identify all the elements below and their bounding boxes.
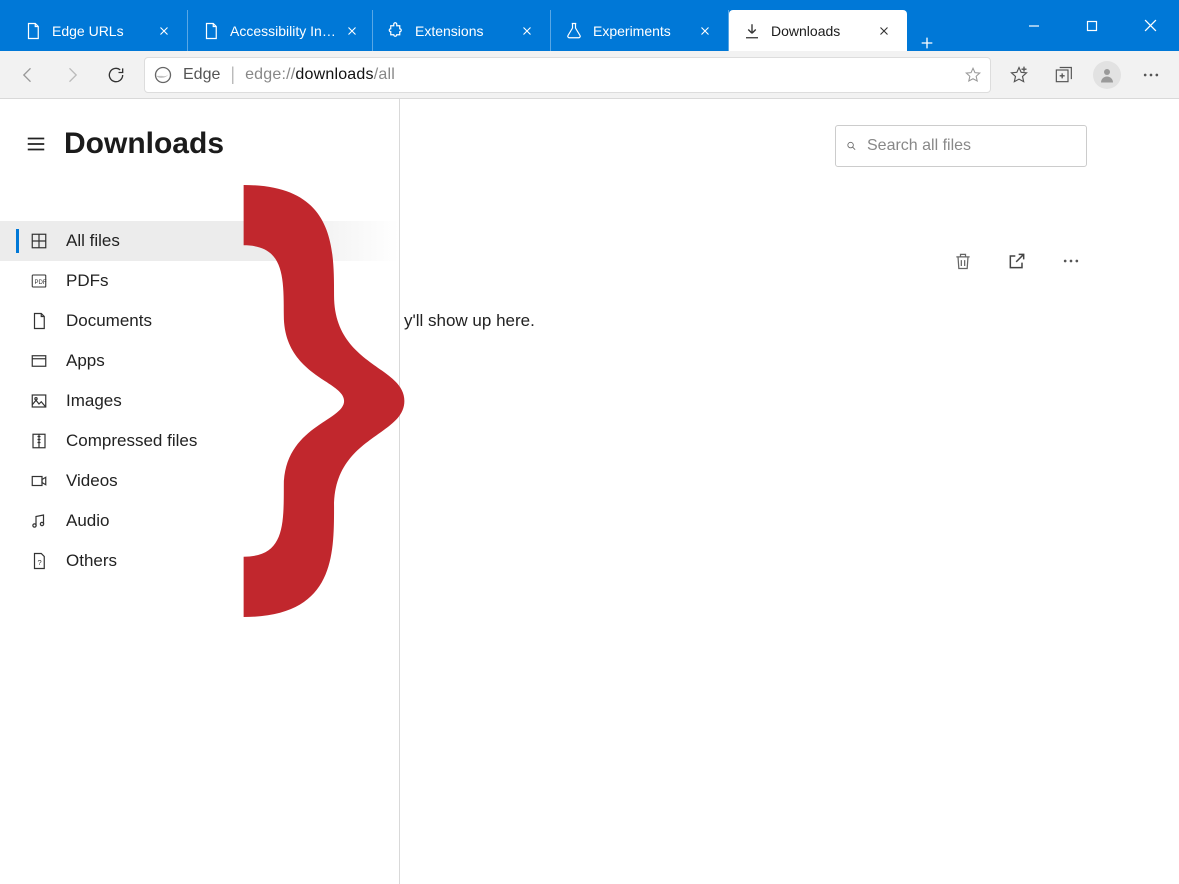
sidebar-item-apps[interactable]: Apps	[0, 341, 399, 381]
sidebar-item-label: Apps	[66, 351, 105, 371]
hamburger-button[interactable]	[22, 130, 50, 158]
close-window-button[interactable]	[1121, 0, 1179, 51]
search-wrap	[835, 125, 1087, 167]
download-icon	[743, 22, 761, 40]
sidebar-item-documents[interactable]: Documents	[0, 301, 399, 341]
search-icon	[846, 136, 857, 156]
sidebar-item-pdfs[interactable]: PDF PDFs	[0, 261, 399, 301]
flask-icon	[565, 22, 583, 40]
back-button[interactable]	[6, 51, 50, 99]
tab-strip: Edge URLs Accessibility Internals Extens…	[0, 0, 1005, 51]
profile-button[interactable]	[1085, 51, 1129, 99]
close-icon[interactable]	[692, 18, 718, 44]
page-icon	[202, 22, 220, 40]
sidebar-item-others[interactable]: ? Others	[0, 541, 399, 581]
forward-button[interactable]	[50, 51, 94, 99]
tab-label: Edge URLs	[52, 23, 147, 39]
grid-icon	[28, 230, 50, 252]
sidebar-item-images[interactable]: Images	[0, 381, 399, 421]
svg-text:PDF: PDF	[35, 280, 47, 286]
omnibox-url-host: downloads	[295, 66, 373, 83]
edge-logo-icon	[153, 65, 173, 85]
pdf-icon: PDF	[28, 270, 50, 292]
tab-label: Extensions	[415, 23, 510, 39]
more-menu-button[interactable]	[1129, 51, 1173, 99]
minimize-button[interactable]	[1005, 0, 1063, 51]
sidebar-item-audio[interactable]: Audio	[0, 501, 399, 541]
downloads-main: y'll show up here.	[400, 99, 1179, 884]
refresh-button[interactable]	[94, 51, 138, 99]
tab-label: Downloads	[771, 23, 867, 39]
page-icon	[24, 22, 42, 40]
omnibox-separator: |	[230, 64, 235, 85]
audio-icon	[28, 510, 50, 532]
svg-text:?: ?	[38, 558, 42, 567]
document-icon	[28, 310, 50, 332]
window-titlebar: Edge URLs Accessibility Internals Extens…	[0, 0, 1179, 51]
tab-extensions[interactable]: Extensions	[373, 10, 551, 51]
sidebar-header: Downloads	[0, 99, 399, 189]
favorite-star-icon[interactable]	[964, 66, 982, 84]
sidebar-categories: All files PDF PDFs Documents Apps	[0, 221, 399, 581]
tab-label: Accessibility Internals	[230, 23, 337, 39]
favorites-button[interactable]	[997, 51, 1041, 99]
page-content: Downloads All files PDF PDFs Documents	[0, 99, 1179, 884]
tab-downloads[interactable]: Downloads	[729, 10, 907, 51]
downloads-sidebar: Downloads All files PDF PDFs Documents	[0, 99, 400, 884]
sidebar-item-label: All files	[66, 231, 120, 251]
sidebar-item-label: PDFs	[66, 271, 109, 291]
omnibox-url-prefix: edge://	[245, 66, 295, 83]
video-icon	[28, 470, 50, 492]
close-icon[interactable]	[151, 18, 177, 44]
close-icon[interactable]	[341, 18, 362, 44]
others-icon: ?	[28, 550, 50, 572]
maximize-button[interactable]	[1063, 0, 1121, 51]
sidebar-item-label: Videos	[66, 471, 118, 491]
window-controls	[1005, 0, 1179, 51]
search-input[interactable]	[835, 125, 1087, 167]
sidebar-item-label: Images	[66, 391, 122, 411]
new-tab-button[interactable]	[907, 35, 947, 51]
sidebar-item-label: Compressed files	[66, 431, 197, 451]
image-icon	[28, 390, 50, 412]
close-icon[interactable]	[871, 18, 897, 44]
more-options-icon[interactable]	[1059, 249, 1083, 273]
omnibox-url: edge://downloads/all	[245, 66, 395, 84]
omnibox-product: Edge	[183, 66, 220, 84]
empty-state-text: y'll show up here.	[404, 311, 535, 331]
search-field[interactable]	[865, 136, 1076, 156]
sidebar-item-label: Others	[66, 551, 117, 571]
page-title: Downloads	[64, 127, 224, 161]
omnibox-url-suffix: /all	[374, 66, 395, 83]
tab-edge-urls[interactable]: Edge URLs	[10, 10, 188, 51]
sidebar-item-label: Audio	[66, 511, 109, 531]
sidebar-item-compressed[interactable]: Compressed files	[0, 421, 399, 461]
sidebar-item-all-files[interactable]: All files	[0, 221, 399, 261]
app-icon	[28, 350, 50, 372]
open-external-icon[interactable]	[1005, 249, 1029, 273]
avatar-icon	[1093, 61, 1121, 89]
tab-experiments[interactable]: Experiments	[551, 10, 729, 51]
close-icon[interactable]	[514, 18, 540, 44]
sidebar-item-videos[interactable]: Videos	[0, 461, 399, 501]
browser-toolbar: Edge | edge://downloads/all	[0, 51, 1179, 99]
address-bar[interactable]: Edge | edge://downloads/all	[144, 57, 991, 93]
download-item-actions	[951, 249, 1083, 273]
puzzle-icon	[387, 22, 405, 40]
sidebar-item-label: Documents	[66, 311, 152, 331]
tab-accessibility[interactable]: Accessibility Internals	[188, 10, 373, 51]
tab-label: Experiments	[593, 23, 688, 39]
zip-icon	[28, 430, 50, 452]
delete-icon[interactable]	[951, 249, 975, 273]
collections-button[interactable]	[1041, 51, 1085, 99]
